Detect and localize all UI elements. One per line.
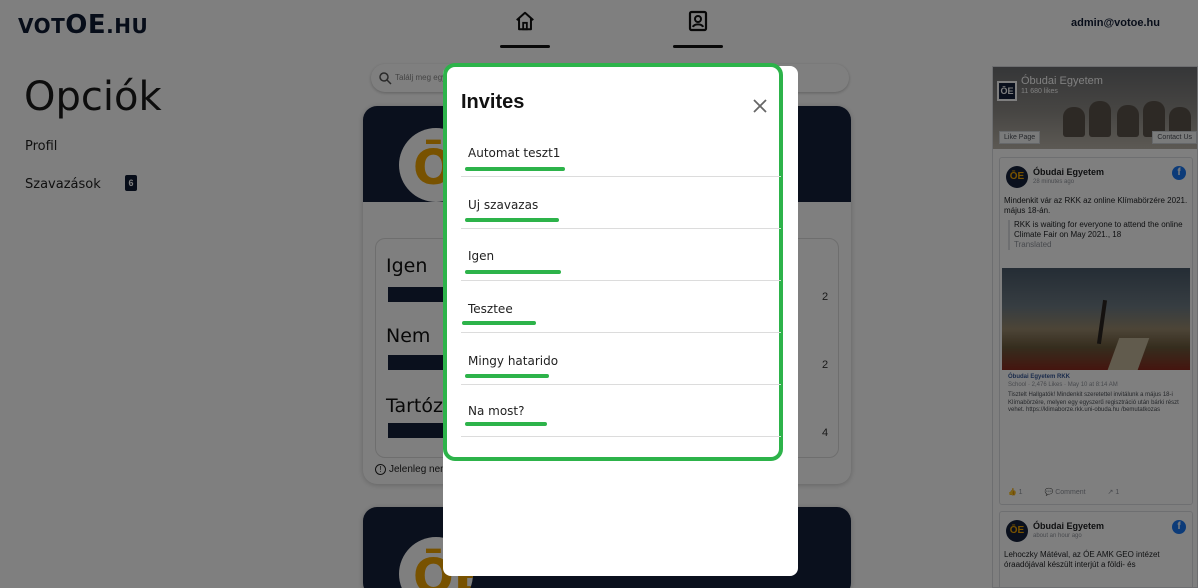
invite-label: Na most? <box>468 404 525 418</box>
invite-highlight <box>465 218 559 222</box>
invite-highlight <box>465 270 561 274</box>
invite-item[interactable]: Igen <box>461 229 781 281</box>
invites-modal: Invites Automat teszt1 Uj szavazas Igen … <box>443 63 783 461</box>
invite-label: Tesztee <box>468 302 513 316</box>
invite-item[interactable]: Uj szavazas <box>461 177 781 229</box>
invite-item[interactable]: Mingy hatarido <box>461 333 781 385</box>
invite-highlight <box>465 422 547 426</box>
invite-label: Mingy hatarido <box>468 354 559 368</box>
invite-item[interactable]: Automat teszt1 <box>461 125 781 177</box>
invite-label: Automat teszt1 <box>468 146 561 160</box>
modal-title: Invites <box>461 91 525 113</box>
invite-highlight <box>465 374 549 378</box>
invite-label: Igen <box>468 249 495 263</box>
invite-highlight <box>462 321 536 325</box>
invite-label: Uj szavazas <box>468 198 539 212</box>
invite-highlight <box>465 167 565 171</box>
invite-item[interactable]: Tesztee <box>461 281 781 333</box>
close-icon[interactable] <box>748 94 772 118</box>
invite-item[interactable]: Na most? <box>461 385 781 437</box>
